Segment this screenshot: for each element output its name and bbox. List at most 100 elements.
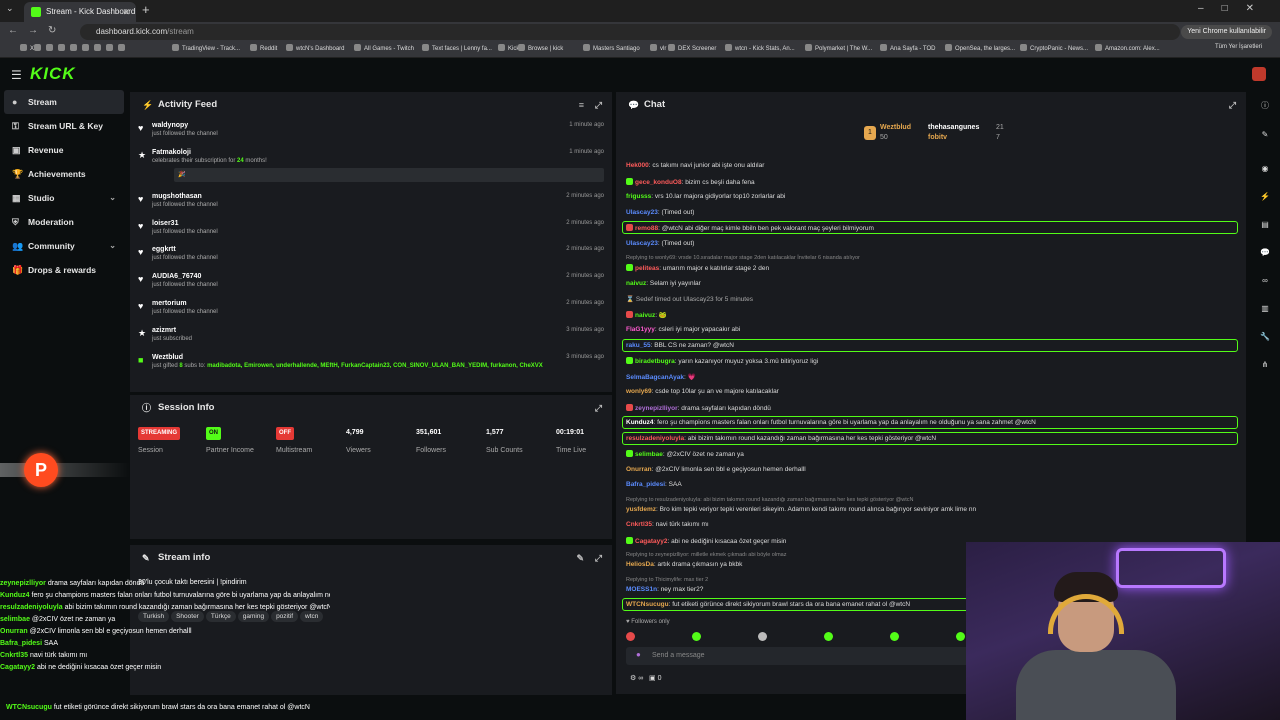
- share-icon[interactable]: ⋔: [1259, 360, 1271, 372]
- sidebar-item-achievements[interactable]: 🏆 Achievements: [4, 162, 124, 186]
- document-icon[interactable]: ▤: [1259, 220, 1271, 232]
- sidebar-item-revenue[interactable]: ▣ Revenue: [4, 138, 124, 162]
- chat-username[interactable]: Onurran: [626, 466, 652, 473]
- chat-message[interactable]: peliteas: umarım major e katılırlar stag…: [626, 264, 1236, 272]
- pencil-icon[interactable]: ✎: [1259, 130, 1271, 142]
- bookmark-item[interactable]: [82, 44, 92, 52]
- chat-username[interactable]: peliteas: [635, 265, 659, 272]
- popout-icon[interactable]: ⤢: [595, 545, 602, 571]
- chat-message[interactable]: Hek000: cs takımı navi junior abi işte o…: [626, 162, 1236, 169]
- chat-message[interactable]: Ulascay23: (Timed out): [626, 240, 1236, 247]
- chat-message[interactable]: yusfdemz: Bro kim tepki veriyor tepki ve…: [626, 506, 1236, 513]
- chat-username[interactable]: raku_55: [626, 342, 651, 349]
- sidebar-item-moderation[interactable]: ⛨ Moderation: [4, 210, 124, 234]
- chat-message[interactable]: selimbae: @2xCIV özet ne zaman ya: [626, 450, 1236, 458]
- chevron-down-icon[interactable]: ⌄: [109, 186, 116, 210]
- chat-username[interactable]: remo88: [635, 225, 658, 232]
- chat-username[interactable]: WTCNsucugu: [626, 601, 669, 608]
- bookmark-item[interactable]: Reddit: [250, 44, 277, 52]
- bookmark-item[interactable]: vlr: [650, 44, 666, 52]
- new-tab-icon[interactable]: +: [142, 2, 150, 17]
- forward-icon[interactable]: →: [28, 25, 38, 36]
- avatar[interactable]: [1252, 67, 1266, 81]
- chat-message[interactable]: resulzadeniyoluyla: abi bizim takımın ro…: [626, 435, 1236, 442]
- chat-message[interactable]: gece_konduO8: bizim cs beşli daha fena: [626, 177, 1236, 186]
- chat-message[interactable]: naivuz: Selam iyi yayınlar: [626, 280, 1236, 287]
- chat-username[interactable]: Kunduz4: [626, 419, 653, 426]
- back-icon[interactable]: ←: [8, 25, 18, 36]
- sidebar-item-stream[interactable]: ● Stream: [4, 90, 124, 114]
- chat-username[interactable]: Cnkrtl35: [626, 521, 652, 528]
- reply-context[interactable]: Replying to wonly69: vrsde 10.sıradalar …: [626, 255, 1236, 261]
- filter-icon[interactable]: ≡: [579, 92, 584, 118]
- activity-user[interactable]: mertorium: [152, 296, 612, 307]
- chat-icon[interactable]: 💬: [1259, 248, 1271, 260]
- activity-user[interactable]: loiser31: [152, 216, 612, 227]
- chat-username[interactable]: zeynepizlliyor: [635, 405, 678, 412]
- bookmark-item[interactable]: DEX Screener: [668, 44, 716, 52]
- activity-user[interactable]: waldynopy: [152, 118, 612, 129]
- emote-icon[interactable]: ●: [636, 650, 641, 659]
- bookmark-item[interactable]: Text faces | Lenny fa...: [422, 44, 492, 52]
- chat-username[interactable]: gece_konduO8: [635, 179, 682, 186]
- wrench-icon[interactable]: 🔧: [1259, 332, 1271, 344]
- chat-message[interactable]: frigusss: vrs 10.lar majora gidiyorlar t…: [626, 193, 1236, 200]
- chat-message[interactable]: biradetbugra: yarın kazanıyor muyuz yoks…: [626, 357, 1236, 365]
- browser-tab[interactable]: Stream - Kick Dashboard ✕: [24, 2, 136, 22]
- chat-message[interactable]: SelmaBagcanAyak: 💗: [626, 373, 1236, 381]
- bookmark-item[interactable]: Browse | kick: [518, 44, 563, 52]
- activity-user[interactable]: mugshothasan: [152, 189, 612, 200]
- chat-message[interactable]: zeynepizlliyor: drama sayfaları kapıdan …: [626, 403, 1236, 412]
- chat-username[interactable]: frigusss: [626, 193, 651, 200]
- chrome-update-button[interactable]: Yeni Chrome kullanılabilir: [1181, 25, 1272, 39]
- chat-username[interactable]: Ulascay23: [626, 240, 658, 247]
- bookmark-item[interactable]: X: [20, 44, 34, 52]
- bookmark-item[interactable]: [70, 44, 80, 52]
- emote-icon[interactable]: [824, 632, 833, 641]
- chat-username[interactable]: biradetbugra: [635, 358, 675, 365]
- bookmark-item[interactable]: Ana Sayfa - TOD: [880, 44, 935, 52]
- chat-username[interactable]: selimbae: [635, 451, 663, 458]
- chat-message[interactable]: remo88: @wtcN abi diğer maç kimle bbiln …: [626, 224, 1236, 232]
- chat-username[interactable]: HeliosDa: [626, 561, 654, 568]
- chat-message[interactable]: Ulascay23: (Timed out): [626, 209, 1236, 216]
- chat-message[interactable]: ⌛ Sedef timed out Ulascay23 for 5 minute…: [626, 295, 1236, 303]
- link-icon[interactable]: ∞: [1259, 276, 1271, 288]
- bookmark-item[interactable]: [118, 44, 128, 52]
- bookmark-item[interactable]: [58, 44, 68, 52]
- bookmark-item[interactable]: Polymarket | The W...: [805, 44, 872, 52]
- close-tab-icon[interactable]: ✕: [122, 2, 130, 22]
- bookmark-item[interactable]: Amazon.com: Alex...: [1095, 44, 1160, 52]
- activity-user[interactable]: AUDIA6_76740: [152, 269, 612, 280]
- kick-logo[interactable]: KICK: [30, 64, 76, 84]
- reply-context[interactable]: Replying to resulzadeniyoluyla: abi bizi…: [626, 497, 1236, 503]
- emote-icon[interactable]: [692, 632, 701, 641]
- bookmark-item[interactable]: OpenSea, the larges...: [945, 44, 1015, 52]
- activity-user[interactable]: Weztblud: [152, 350, 612, 361]
- bookmark-item[interactable]: [34, 44, 44, 52]
- popout-icon[interactable]: ⤢: [595, 395, 602, 421]
- emote-icon[interactable]: [956, 632, 965, 641]
- bookmark-item[interactable]: Tüm Yer İşaretleri: [1215, 44, 1262, 50]
- sidebar-item-stream-url-key[interactable]: ⚿ Stream URL & Key: [4, 114, 124, 138]
- chat-message[interactable]: Onurran: @2xCIV limonla sen bbl e geçiyo…: [626, 466, 1236, 473]
- url-input[interactable]: dashboard.kick.com/stream: [80, 24, 1180, 40]
- chat-username[interactable]: resulzadeniyoluyla: [626, 435, 684, 442]
- bookmark-item[interactable]: All Games - Twitch: [354, 44, 414, 52]
- chat-username[interactable]: Hek000: [626, 162, 649, 169]
- bookmark-item[interactable]: Kick: [498, 44, 519, 52]
- chat-username[interactable]: Ulascay23: [626, 209, 658, 216]
- chat-username[interactable]: SelmaBagcanAyak: [626, 374, 684, 381]
- bookmark-item[interactable]: [94, 44, 104, 52]
- bookmark-item[interactable]: Masters Santiago: [583, 44, 640, 52]
- chat-message[interactable]: Bafra_pidesi: SAA: [626, 481, 1236, 488]
- chat-username[interactable]: wonly69: [626, 388, 652, 395]
- chat-username[interactable]: Bafra_pidesi: [626, 481, 665, 488]
- menu-icon[interactable]: ☰: [11, 68, 22, 82]
- info-icon[interactable]: ⓘ: [1259, 100, 1271, 112]
- chat-message[interactable]: FlaG1yyy: csleri iyi major yapacakır abi: [626, 326, 1236, 333]
- chat-username[interactable]: naivuz: [635, 312, 655, 319]
- chat-message[interactable]: Kunduz4: fero şu champions masters falan…: [626, 419, 1236, 426]
- server-icon[interactable]: ▥: [1259, 304, 1271, 316]
- chat-username[interactable]: MOESS1n: [626, 586, 657, 593]
